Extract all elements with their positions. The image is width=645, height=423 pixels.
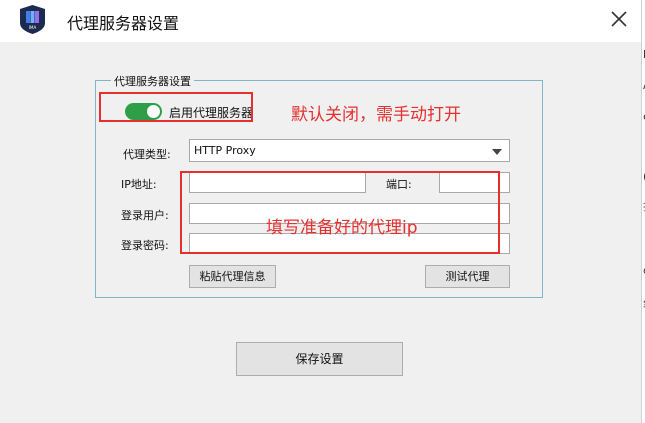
user-label: 登录用户: [121,209,169,222]
chevron-down-icon [492,149,502,155]
app-logo-text: IMA [29,25,37,30]
fields-annotation-text: 填写准备好的代理ip [266,218,418,238]
proxy-type-value: HTTP Proxy [194,144,256,157]
background-window-edge: l A e ( 拉 d 客 [641,0,645,423]
proxy-settings-dialog: IMA 代理服务器设置 代理服务器设置 启用代理服务器 代理类型: HTTP P… [0,0,641,423]
title-bar: IMA 代理服务器设置 [0,0,641,42]
ip-label: IP地址: [121,178,157,191]
proxy-type-label: 代理类型: [123,148,171,161]
test-proxy-button[interactable]: 测试代理 [425,265,510,288]
paste-proxy-info-button[interactable]: 粘贴代理信息 [189,265,276,288]
password-label: 登录密码: [121,239,169,252]
save-settings-button[interactable]: 保存设置 [236,342,403,376]
toggle-annotation-text: 默认关闭，需手动打开 [291,105,461,125]
close-icon[interactable] [606,6,632,32]
group-title: 代理服务器设置 [111,73,194,89]
proxy-type-select[interactable]: HTTP Proxy [189,139,510,162]
app-logo-icon: IMA [20,5,45,34]
toggle-annotation-box [99,92,253,122]
window-title: 代理服务器设置 [67,14,180,33]
